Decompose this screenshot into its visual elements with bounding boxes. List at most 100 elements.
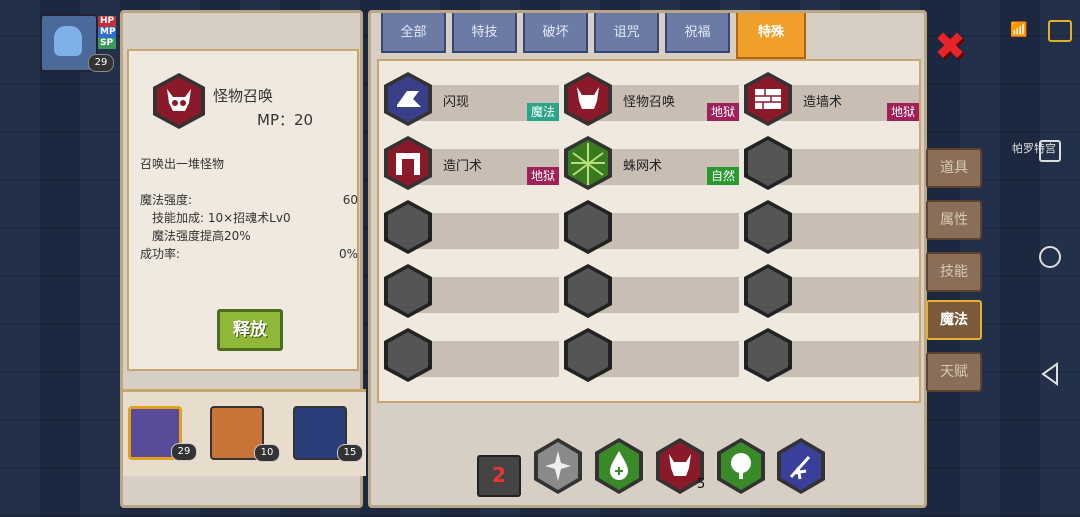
party-member-1[interactable]: 29 bbox=[128, 406, 197, 461]
player-hud[interactable]: HP MP SP 29 bbox=[40, 14, 120, 72]
stat-row: 技能加成: 10×招魂术Lv0 bbox=[140, 209, 358, 227]
party-bar: 29 10 15 bbox=[123, 389, 366, 476]
empty-skill-slot bbox=[743, 135, 919, 195]
skill-detail-panel: 怪物召唤 MP：20 召唤出一堆怪物 魔法强度: 60 技能加成: 10×招魂术L… bbox=[120, 10, 366, 508]
skill-detail-card: 怪物召唤 MP：20 召唤出一堆怪物 魔法强度: 60 技能加成: 10×招魂术L… bbox=[127, 49, 359, 371]
demon-skull-icon bbox=[564, 72, 612, 126]
quick-slot-4[interactable] bbox=[716, 437, 766, 495]
stat-value: 0% bbox=[338, 247, 358, 261]
empty-skill-slot bbox=[563, 199, 743, 259]
member-level-badge: 10 bbox=[254, 444, 280, 462]
tree-icon bbox=[717, 438, 765, 494]
gate-icon bbox=[384, 136, 432, 190]
quick-slot-5[interactable] bbox=[776, 437, 826, 495]
stat-label: 魔法强度提高20% bbox=[152, 229, 251, 243]
side-item-talent[interactable]: 天赋 bbox=[926, 352, 982, 392]
tab-destroy[interactable]: 破坏 bbox=[523, 13, 588, 53]
skill-description: 召唤出一堆怪物 bbox=[140, 157, 225, 171]
member-level-badge: 15 bbox=[337, 444, 363, 462]
slot-count: 5 bbox=[697, 477, 706, 492]
empty-skill-slot bbox=[743, 327, 919, 387]
empty-skill-slot bbox=[743, 263, 919, 323]
skill-name: 造墙术 bbox=[803, 95, 843, 110]
skill-type-tag: 自然 bbox=[706, 167, 739, 185]
tab-bless[interactable]: 祝福 bbox=[665, 13, 730, 53]
skill-cell[interactable]: 闪现 魔法 bbox=[383, 71, 563, 131]
stat-row: 成功率: 0% bbox=[140, 245, 358, 263]
mp-label: MP bbox=[98, 27, 116, 38]
tab-curse[interactable]: 诅咒 bbox=[594, 13, 659, 53]
skill-list-panel: 全部 特技 破坏 诅咒 祝福 特殊 闪现 魔法 怪物召唤 地狱 造墙术 地狱 造… bbox=[368, 10, 927, 508]
party-member-3[interactable]: 15 bbox=[293, 406, 363, 462]
empty-skill-slot bbox=[383, 199, 563, 259]
skill-grid: 闪现 魔法 怪物召唤 地狱 造墙术 地狱 造门术 地狱 蛛网术 自然 bbox=[377, 59, 921, 403]
skill-mp-cost: MP：20 bbox=[257, 111, 314, 129]
side-item-items[interactable]: 道具 bbox=[926, 148, 982, 188]
skill-name: 蛛网术 bbox=[623, 159, 663, 174]
skill-type-tag: 地狱 bbox=[886, 103, 919, 121]
skill-name: 怪物召唤 bbox=[213, 87, 274, 105]
stat-value: 60 bbox=[342, 193, 358, 207]
empty-hex-icon bbox=[384, 264, 432, 318]
empty-hex-icon bbox=[744, 328, 792, 382]
empty-hex-icon bbox=[384, 328, 432, 382]
empty-skill-slot bbox=[563, 327, 743, 387]
skill-name: 怪物召唤 bbox=[623, 95, 676, 110]
skill-stats: 魔法强度: 60 技能加成: 10×招魂术Lv0 魔法强度提高20% 成功率: 0% bbox=[140, 191, 358, 263]
quick-slot-3[interactable]: 5 bbox=[655, 437, 705, 495]
empty-hex-icon bbox=[564, 264, 612, 318]
quick-skill-bar: 2 5 bbox=[371, 411, 924, 505]
empty-hex-icon bbox=[564, 328, 612, 382]
quick-slot-1[interactable] bbox=[533, 437, 583, 495]
web-icon bbox=[564, 136, 612, 190]
skill-cell[interactable]: 造墙术 地狱 bbox=[743, 71, 919, 131]
dash-icon bbox=[384, 72, 432, 126]
heal-drop-icon bbox=[595, 438, 643, 494]
side-item-skills[interactable]: 技能 bbox=[926, 252, 982, 292]
stat-label: 魔法强度: bbox=[140, 193, 193, 207]
side-item-attributes[interactable]: 属性 bbox=[926, 200, 982, 240]
skill-cell[interactable]: 怪物召唤 地狱 bbox=[563, 71, 743, 131]
recent-apps-icon[interactable] bbox=[1030, 132, 1070, 172]
sp-label: SP bbox=[98, 38, 116, 49]
empty-skill-slot bbox=[743, 199, 919, 259]
empty-hex-icon bbox=[744, 136, 792, 190]
skill-type-tag: 魔法 bbox=[526, 103, 559, 121]
side-item-magic[interactable]: 魔法 bbox=[926, 300, 982, 340]
skill-name: 造门术 bbox=[443, 159, 483, 174]
magic-missile-icon bbox=[777, 438, 825, 494]
stat-label: 技能加成: 10×招魂术Lv0 bbox=[152, 211, 291, 225]
skill-type-tag: 地狱 bbox=[706, 103, 739, 121]
swap-bar-button[interactable]: 2 bbox=[477, 455, 521, 497]
tab-stunt[interactable]: 特技 bbox=[452, 13, 517, 53]
tab-special[interactable]: 特殊 bbox=[736, 13, 806, 59]
home-icon[interactable] bbox=[1030, 238, 1070, 278]
stat-bars: HP MP SP bbox=[98, 16, 116, 49]
tab-all[interactable]: 全部 bbox=[381, 13, 446, 53]
skill-cell[interactable]: 蛛网术 自然 bbox=[563, 135, 743, 195]
empty-hex-icon bbox=[744, 200, 792, 254]
empty-skill-slot bbox=[563, 263, 743, 323]
stat-row: 魔法强度: 60 bbox=[140, 191, 358, 209]
member-level-badge: 29 bbox=[171, 443, 197, 461]
stat-row: 魔法强度提高20% bbox=[140, 227, 358, 245]
release-button[interactable]: 释放 bbox=[217, 309, 283, 351]
empty-skill-slot bbox=[383, 327, 563, 387]
app-switch-icon[interactable] bbox=[1048, 20, 1072, 42]
stat-label: 成功率: bbox=[140, 247, 181, 261]
swap-bar-label: 2 bbox=[492, 463, 506, 487]
shuriken-icon bbox=[534, 438, 582, 494]
close-icon[interactable]: ✖ bbox=[930, 27, 970, 65]
back-icon[interactable] bbox=[1030, 354, 1070, 394]
skill-cell[interactable]: 造门术 地狱 bbox=[383, 135, 563, 195]
demon-skull-icon bbox=[151, 71, 207, 135]
hp-label: HP bbox=[98, 16, 116, 27]
empty-hex-icon bbox=[564, 200, 612, 254]
party-member-2[interactable]: 10 bbox=[210, 406, 280, 462]
quick-slot-2[interactable] bbox=[594, 437, 644, 495]
skill-name: 闪现 bbox=[443, 95, 470, 110]
wifi-icon: 📶 bbox=[1010, 22, 1028, 38]
wall-icon bbox=[744, 72, 792, 126]
empty-hex-icon bbox=[744, 264, 792, 318]
skill-type-tag: 地狱 bbox=[526, 167, 559, 185]
